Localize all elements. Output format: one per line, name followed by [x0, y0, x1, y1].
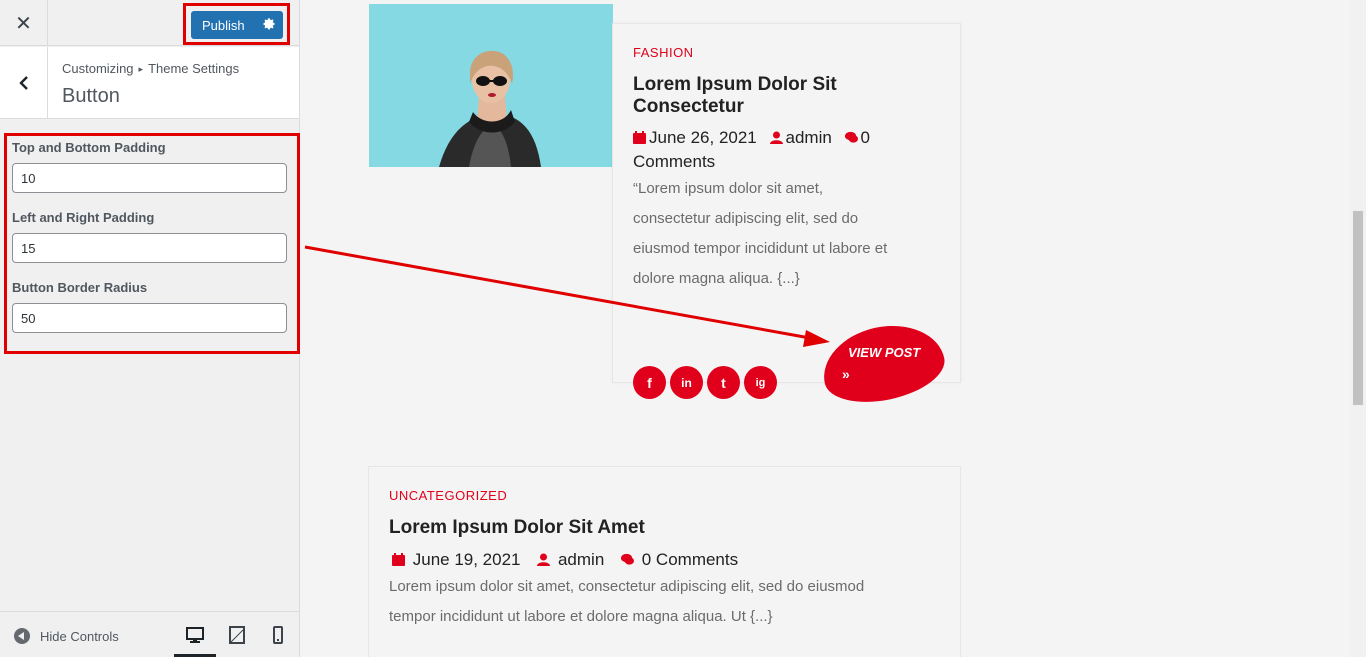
twitter-share-button[interactable]: t [707, 366, 740, 399]
linkedin-icon: in [681, 375, 692, 390]
instagram-icon: ig [755, 376, 766, 389]
calendar-icon [392, 553, 405, 566]
post-excerpt: “Lorem ipsum dolor sit amet, consectetur… [633, 174, 887, 294]
hide-controls-button[interactable]: Hide Controls [40, 629, 119, 644]
desktop-icon[interactable] [186, 626, 204, 644]
excerpt-line: consectetur adipiscing elit, sed do [633, 210, 859, 227]
post-meta: June 19, 2021 admin 0 Comments [392, 548, 952, 572]
excerpt-line: tempor incididunt ut labore et dolore ma… [389, 608, 773, 625]
close-customizer-button[interactable]: ✕ [0, 0, 48, 46]
user-icon [537, 553, 551, 566]
comments-icon [621, 553, 635, 565]
post-category-link[interactable]: UNCATEGORIZED [389, 488, 507, 503]
post-date[interactable]: June 19, 2021 [413, 550, 521, 569]
hide-controls-icon[interactable] [14, 628, 30, 644]
twitter-icon: t [721, 374, 726, 391]
section-header: Customizing ▸ Theme Settings Button [0, 47, 299, 119]
post-title-link[interactable]: Lorem Ipsum Dolor Sit Consectetur [633, 74, 933, 118]
gear-icon[interactable] [262, 17, 276, 31]
post-meta: June 26, 2021 admin 0 Comments [633, 126, 953, 174]
facebook-icon: f [647, 374, 652, 391]
post-author[interactable]: admin [558, 550, 604, 569]
chevron-left-icon [18, 76, 28, 90]
tablet-icon[interactable] [228, 626, 246, 644]
top-bottom-padding-input[interactable]: 10 [12, 163, 287, 193]
calendar-icon [633, 131, 646, 144]
close-icon: ✕ [15, 12, 32, 35]
comments-icon [844, 131, 858, 143]
post-category-link[interactable]: FASHION [633, 45, 694, 60]
breadcrumb-separator-icon: ▸ [138, 64, 144, 74]
customizer-footer: Hide Controls [0, 611, 299, 657]
view-post-label[interactable]: VIEW POST [848, 345, 920, 360]
left-right-padding-label: Left and Right Padding [12, 210, 155, 225]
back-button[interactable] [0, 47, 48, 119]
woman-portrait-image [369, 4, 613, 167]
post-comments[interactable]: 0 Comments [642, 550, 738, 569]
linkedin-share-button[interactable]: in [670, 366, 703, 399]
border-radius-input[interactable]: 50 [12, 303, 287, 333]
scrollbar-thumb[interactable] [1353, 211, 1363, 405]
preview-scrollbar[interactable] [1350, 0, 1366, 657]
user-icon [769, 131, 783, 144]
section-title: Button [62, 85, 120, 107]
publish-label: Publish [202, 18, 245, 33]
customizer-sidebar: ✕ Publish Customizing ▸ Theme Settings But… [0, 0, 300, 657]
breadcrumb-child: Theme Settings [148, 61, 240, 76]
button-controls-highlight: Top and Bottom Padding 10 Left and Right… [4, 133, 300, 354]
double-chevron-right-icon: » [842, 366, 850, 382]
facebook-share-button[interactable]: f [633, 366, 666, 399]
left-right-padding-input[interactable]: 15 [12, 233, 287, 263]
publish-highlight-box: Publish [183, 3, 290, 45]
breadcrumb-parent: Customizing [62, 61, 134, 76]
top-bottom-padding-label: Top and Bottom Padding [12, 140, 166, 155]
post-date[interactable]: June 26, 2021 [649, 128, 757, 147]
instagram-share-button[interactable]: ig [744, 366, 777, 399]
post-excerpt: Lorem ipsum dolor sit amet, consectetur … [389, 572, 864, 632]
post-title-link[interactable]: Lorem Ipsum Dolor Sit Amet [389, 517, 949, 539]
post-thumbnail-image[interactable] [369, 4, 613, 167]
publish-button[interactable]: Publish [191, 11, 283, 39]
breadcrumb: Customizing ▸ Theme Settings [62, 61, 239, 76]
excerpt-line: eiusmod tempor incididunt ut labore et [633, 240, 888, 257]
border-radius-label: Button Border Radius [12, 280, 148, 295]
post-author[interactable]: admin [786, 128, 832, 147]
excerpt-line: dolore magna aliqua. {...} [633, 270, 800, 287]
excerpt-line: “Lorem ipsum dolor sit amet, [633, 180, 824, 197]
mobile-icon[interactable] [269, 626, 287, 644]
excerpt-line: Lorem ipsum dolor sit amet, consectetur … [389, 578, 865, 595]
